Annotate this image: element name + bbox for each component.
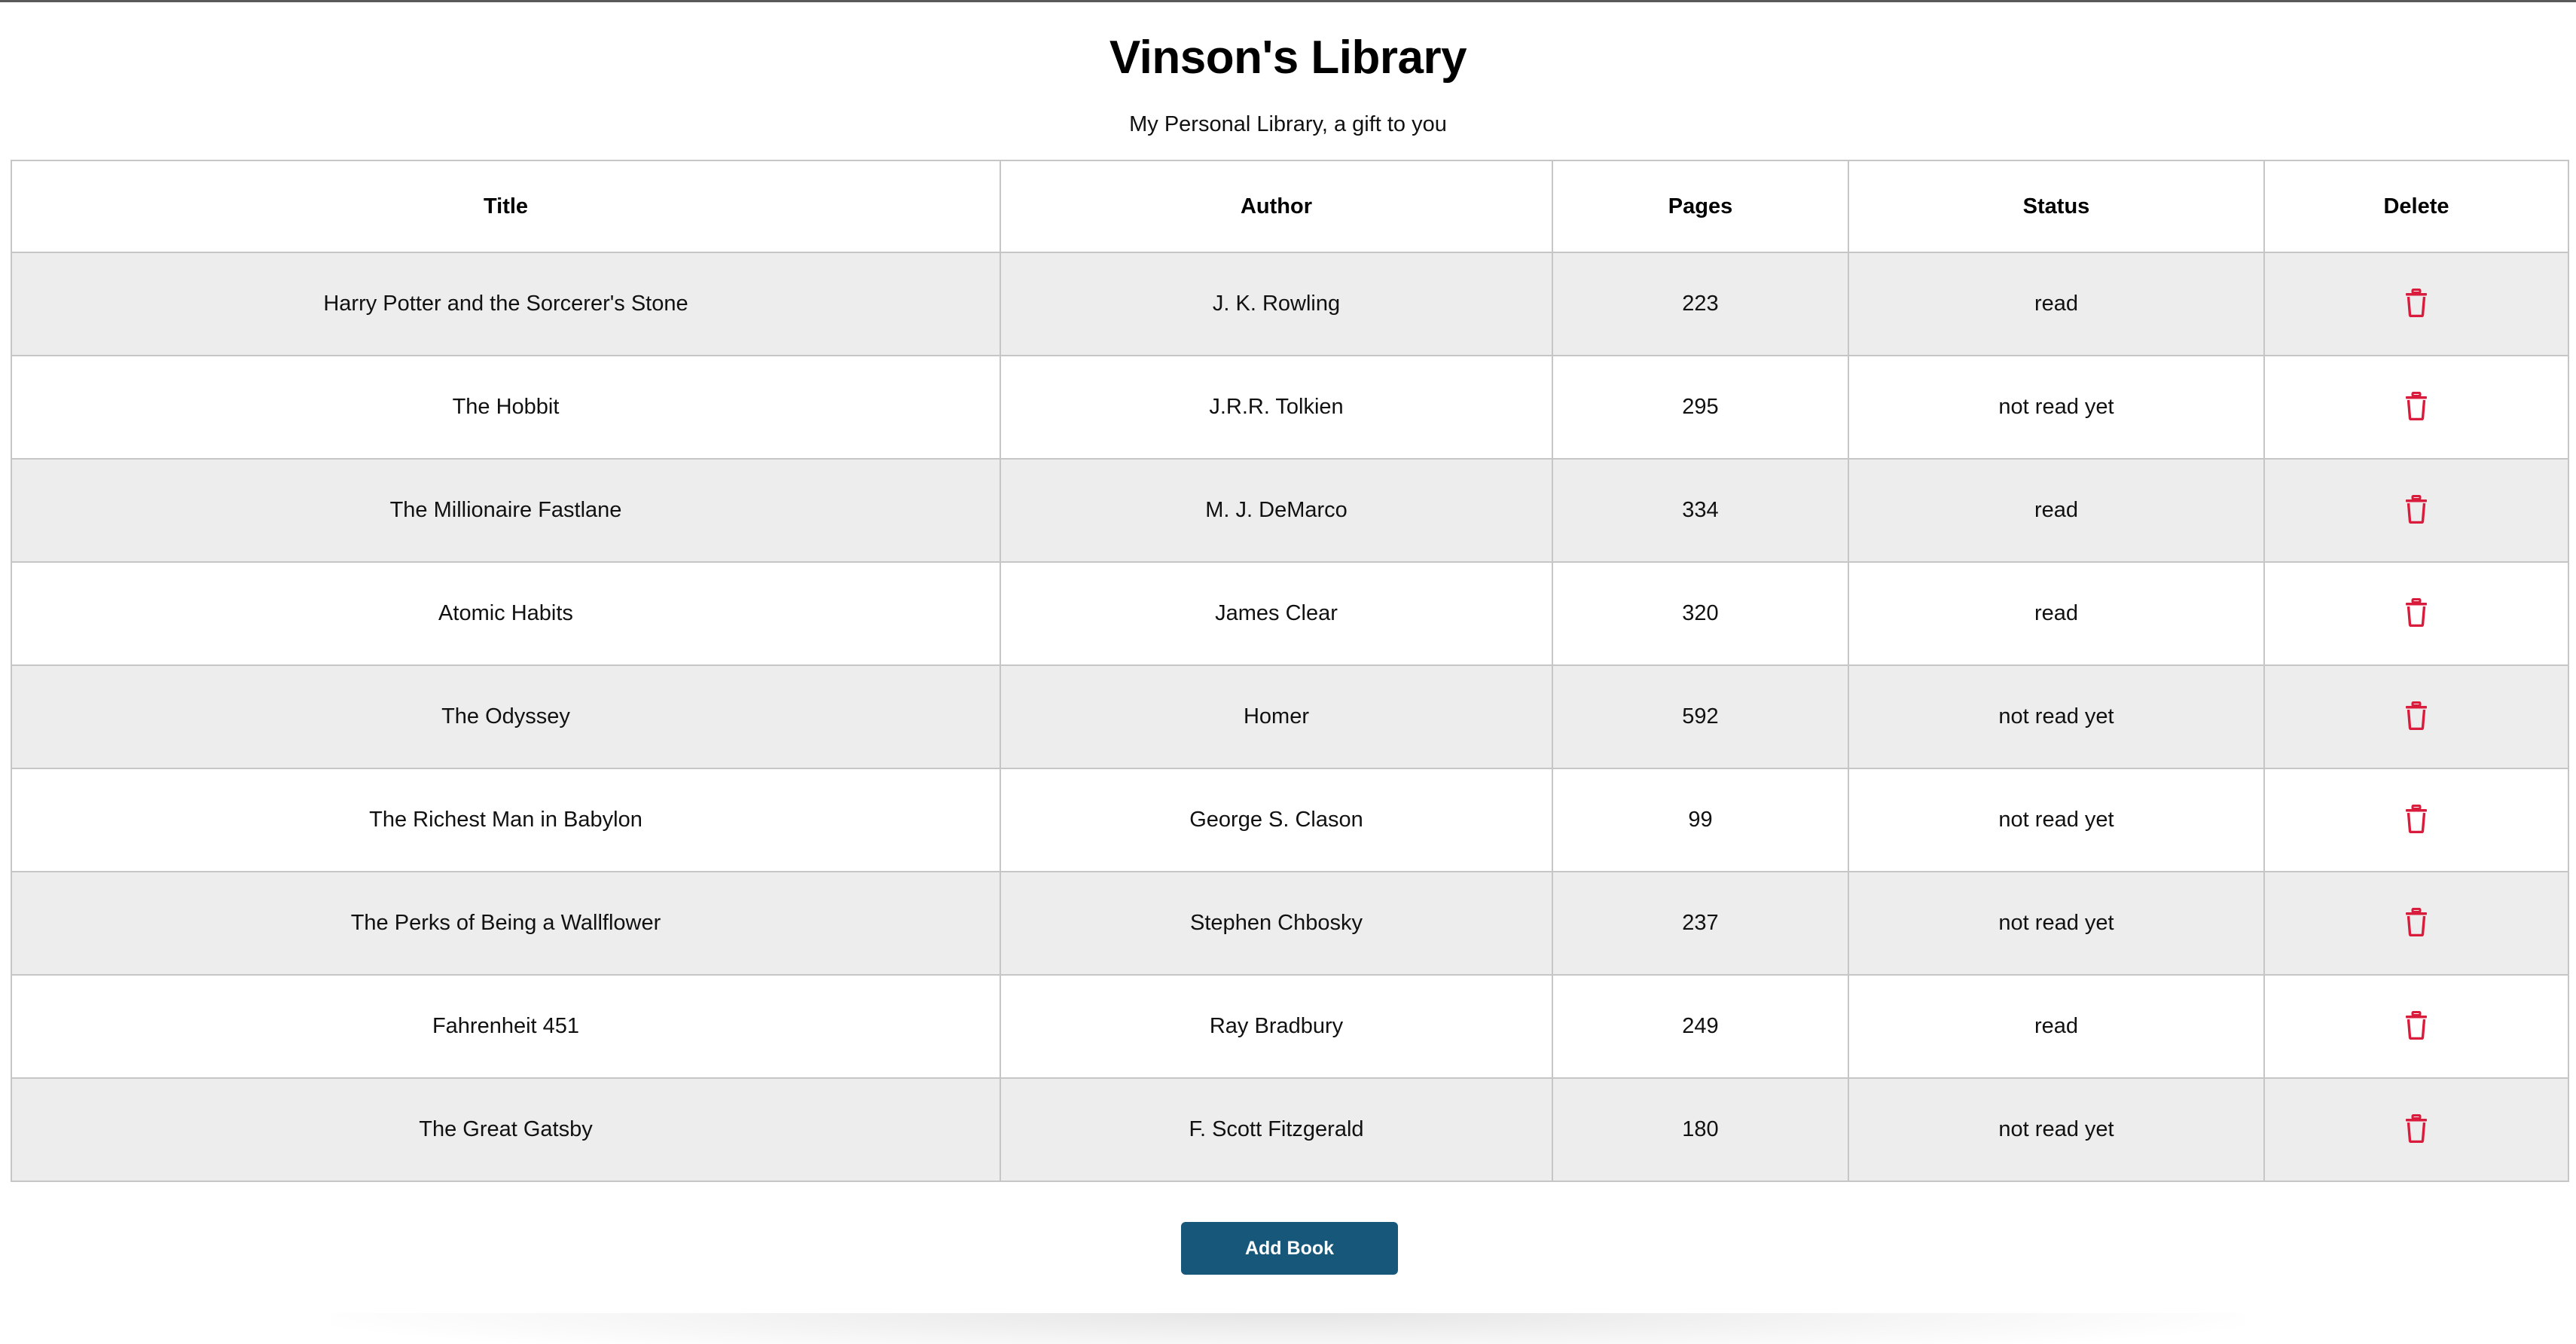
trash-icon xyxy=(2405,598,2428,627)
page-title: Vinson's Library xyxy=(1109,32,1467,84)
table-row: The Great Gatsby F. Scott Fitzgerald 180 no… xyxy=(11,1077,2569,1182)
books-table: Title Author Pages Status Delete Harry P… xyxy=(11,160,2569,1182)
table-row: The Perks of Being a Wallflower Stephen C… xyxy=(11,871,2569,976)
book-status-cell[interactable]: not read yet xyxy=(1848,768,2265,872)
table-row: The Odyssey Homer 592 not read yet xyxy=(11,664,2569,769)
book-author-cell: J.R.R. Tolkien xyxy=(1000,355,1553,460)
book-status-cell[interactable]: not read yet xyxy=(1848,355,2265,460)
book-pages-cell: 295 xyxy=(1552,355,1849,460)
bottom-shadow xyxy=(331,1313,2245,1344)
book-delete-cell xyxy=(2263,252,2569,356)
delete-book-button[interactable] xyxy=(2398,491,2434,527)
book-author-cell: Ray Bradbury xyxy=(1000,974,1553,1079)
trash-icon xyxy=(2405,908,2428,936)
book-author-cell: M. J. DeMarco xyxy=(1000,458,1553,563)
book-delete-cell xyxy=(2263,768,2569,872)
book-title-cell: The Odyssey xyxy=(11,664,1001,769)
delete-book-button[interactable] xyxy=(2398,801,2434,837)
book-status-cell[interactable]: not read yet xyxy=(1848,1077,2265,1182)
book-status-cell[interactable]: not read yet xyxy=(1848,871,2265,976)
book-status-cell[interactable]: read xyxy=(1848,974,2265,1079)
book-title-cell: The Perks of Being a Wallflower xyxy=(11,871,1001,976)
book-delete-cell xyxy=(2263,561,2569,666)
add-book-button[interactable]: Add Book xyxy=(1181,1222,1398,1275)
book-status-cell[interactable]: read xyxy=(1848,561,2265,666)
table-row: The Millionaire Fastlane M. J. DeMarco 334… xyxy=(11,458,2569,563)
table-row: Fahrenheit 451 Ray Bradbury 249 read xyxy=(11,974,2569,1079)
trash-icon xyxy=(2405,1114,2428,1143)
book-title-cell: The Millionaire Fastlane xyxy=(11,458,1001,563)
delete-book-button[interactable] xyxy=(2398,904,2434,940)
book-status-cell[interactable]: not read yet xyxy=(1848,664,2265,769)
column-header-delete: Delete xyxy=(2263,160,2569,253)
delete-book-button[interactable] xyxy=(2398,388,2434,424)
delete-book-button[interactable] xyxy=(2398,594,2434,631)
book-title-cell: Harry Potter and the Sorcerer's Stone xyxy=(11,252,1001,356)
book-author-cell: James Clear xyxy=(1000,561,1553,666)
book-pages-cell: 180 xyxy=(1552,1077,1849,1182)
book-delete-cell xyxy=(2263,974,2569,1079)
books-table-body: Harry Potter and the Sorcerer's Stone J. … xyxy=(11,252,2569,1182)
book-pages-cell: 223 xyxy=(1552,252,1849,356)
book-pages-cell: 320 xyxy=(1552,561,1849,666)
column-header-title: Title xyxy=(11,160,1001,253)
delete-book-button[interactable] xyxy=(2398,1007,2434,1043)
table-row: Atomic Habits James Clear 320 read xyxy=(11,561,2569,666)
book-pages-cell: 237 xyxy=(1552,871,1849,976)
library-page: Vinson's Library My Personal Library, a … xyxy=(0,0,2576,1344)
book-title-cell: The Great Gatsby xyxy=(11,1077,1001,1182)
trash-icon xyxy=(2405,289,2428,317)
book-pages-cell: 334 xyxy=(1552,458,1849,563)
book-status-cell[interactable]: read xyxy=(1848,458,2265,563)
book-delete-cell xyxy=(2263,871,2569,976)
book-status-cell[interactable]: read xyxy=(1848,252,2265,356)
delete-book-button[interactable] xyxy=(2398,698,2434,734)
table-row: The Hobbit J.R.R. Tolkien 295 not read yet xyxy=(11,355,2569,460)
book-title-cell: Fahrenheit 451 xyxy=(11,974,1001,1079)
book-delete-cell xyxy=(2263,664,2569,769)
delete-book-button[interactable] xyxy=(2398,1110,2434,1147)
table-row: The Richest Man in Babylon George S. Clas… xyxy=(11,768,2569,872)
book-delete-cell xyxy=(2263,1077,2569,1182)
trash-icon xyxy=(2405,701,2428,730)
table-row: Harry Potter and the Sorcerer's Stone J. … xyxy=(11,252,2569,356)
book-author-cell: Homer xyxy=(1000,664,1553,769)
column-header-status: Status xyxy=(1848,160,2265,253)
book-author-cell: Stephen Chbosky xyxy=(1000,871,1553,976)
trash-icon xyxy=(2405,392,2428,420)
book-pages-cell: 592 xyxy=(1552,664,1849,769)
book-pages-cell: 99 xyxy=(1552,768,1849,872)
trash-icon xyxy=(2405,1011,2428,1040)
book-author-cell: George S. Clason xyxy=(1000,768,1553,872)
trash-icon xyxy=(2405,805,2428,833)
column-header-author: Author xyxy=(1000,160,1553,253)
table-header-row: Title Author Pages Status Delete xyxy=(11,160,2569,253)
trash-icon xyxy=(2405,495,2428,524)
column-header-pages: Pages xyxy=(1552,160,1849,253)
book-pages-cell: 249 xyxy=(1552,974,1849,1079)
delete-book-button[interactable] xyxy=(2398,285,2434,321)
book-delete-cell xyxy=(2263,355,2569,460)
book-title-cell: Atomic Habits xyxy=(11,561,1001,666)
books-table-container: Title Author Pages Status Delete Harry P… xyxy=(11,160,2569,1182)
book-author-cell: J. K. Rowling xyxy=(1000,252,1553,356)
page-subtitle: My Personal Library, a gift to you xyxy=(1129,112,1447,136)
book-author-cell: F. Scott Fitzgerald xyxy=(1000,1077,1553,1182)
book-delete-cell xyxy=(2263,458,2569,563)
book-title-cell: The Richest Man in Babylon xyxy=(11,768,1001,872)
book-title-cell: The Hobbit xyxy=(11,355,1001,460)
